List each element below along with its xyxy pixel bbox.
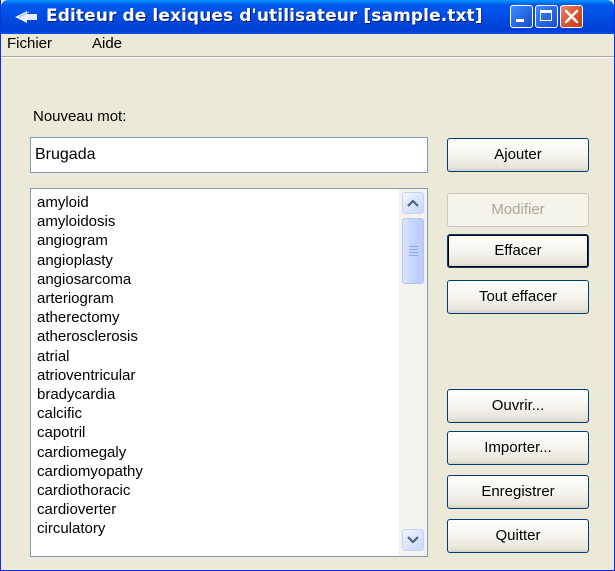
list-item[interactable]: calcific	[37, 404, 143, 423]
list-item[interactable]: arteriogram	[37, 289, 143, 308]
delete-button[interactable]: Effacer	[447, 234, 589, 268]
list-item[interactable]: atrial	[37, 347, 143, 366]
import-button[interactable]: Importer...	[447, 431, 589, 465]
list-item[interactable]: angiogram	[37, 231, 143, 250]
app-icon	[13, 8, 39, 26]
list-item[interactable]: atherectomy	[37, 308, 143, 327]
new-word-input[interactable]: Brugada	[30, 137, 428, 173]
delete-all-button[interactable]: Tout effacer	[447, 280, 589, 314]
list-item[interactable]: cardiomegaly	[37, 443, 143, 462]
chevron-up-icon	[407, 199, 419, 207]
open-button[interactable]: Ouvrir...	[447, 389, 589, 423]
save-button[interactable]: Enregistrer	[447, 475, 589, 509]
close-button[interactable]	[560, 5, 583, 28]
close-icon	[564, 9, 579, 24]
maximize-button[interactable]	[535, 5, 558, 28]
list-item[interactable]: amyloidosis	[37, 212, 143, 231]
list-item[interactable]: angioplasty	[37, 251, 143, 270]
list-item[interactable]: cardiomyopathy	[37, 462, 143, 481]
modify-button[interactable]: Modifier	[447, 193, 589, 227]
chevron-down-icon	[407, 536, 419, 544]
word-listbox[interactable]: amyloid amyloidosis angiogram angioplasty an…	[30, 188, 428, 557]
list-item[interactable]: circulatory	[37, 519, 143, 538]
new-word-label: Nouveau mot:	[33, 108, 127, 125]
lexicon-editor-window: Editeur de lexiques d'utilisateur [sampl…	[0, 0, 615, 571]
menu-bar: Fichier Aide	[1, 34, 614, 54]
minimize-button[interactable]	[510, 5, 533, 28]
list-item[interactable]: cardioverter	[37, 500, 143, 519]
add-button[interactable]: Ajouter	[447, 138, 589, 172]
list-item[interactable]: atherosclerosis	[37, 327, 143, 346]
scroll-up-button[interactable]	[402, 192, 424, 214]
word-list: amyloid amyloidosis angiogram angioplasty an…	[37, 193, 143, 539]
list-item[interactable]: cardiothoracic	[37, 481, 143, 500]
title-bar[interactable]: Editeur de lexiques d'utilisateur [sampl…	[1, 0, 614, 34]
list-item[interactable]: bradycardia	[37, 385, 143, 404]
vertical-scrollbar[interactable]	[399, 189, 427, 556]
scroll-thumb[interactable]	[402, 218, 424, 284]
quit-button[interactable]: Quitter	[447, 519, 589, 553]
menu-fichier[interactable]: Fichier	[7, 35, 52, 52]
list-item[interactable]: atrioventricular	[37, 366, 143, 385]
window-title: Editeur de lexiques d'utilisateur [sampl…	[46, 6, 483, 26]
list-item[interactable]: angiosarcoma	[37, 270, 143, 289]
list-item[interactable]: amyloid	[37, 193, 143, 212]
menu-aide[interactable]: Aide	[92, 35, 122, 52]
list-item[interactable]: capotril	[37, 423, 143, 442]
menu-separator	[1, 56, 614, 58]
scroll-down-button[interactable]	[402, 529, 424, 551]
